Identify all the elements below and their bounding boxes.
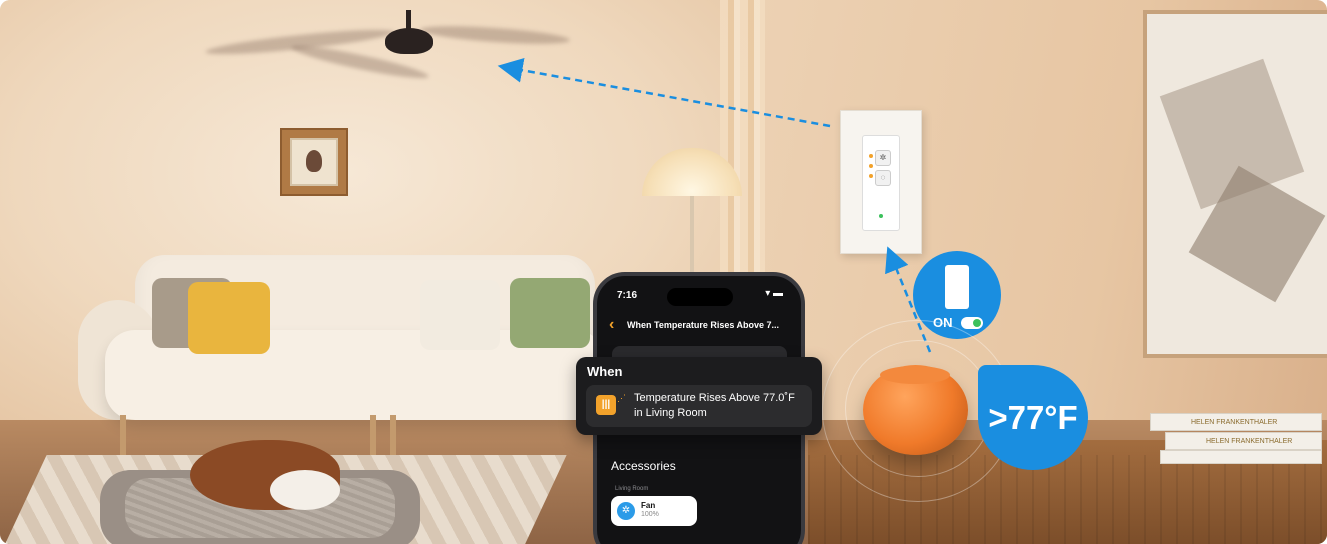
fan-name: Fan <box>641 501 656 510</box>
when-trigger-card: When ||| ⋰ Temperature Rises Above 77.0˚… <box>576 357 822 435</box>
arrow-to-fan <box>497 57 831 128</box>
trigger-line1: Temperature Rises Above 77.0˚F <box>634 392 795 404</box>
when-title: When <box>587 364 623 379</box>
thermometer-icon: ||| <box>596 395 616 415</box>
temperature-badge: >77°F <box>978 365 1088 470</box>
heat-rays-icon: ⋰ <box>617 393 626 403</box>
room-label: Living Room <box>615 486 649 492</box>
trigger-row[interactable]: ||| ⋰ Temperature Rises Above 77.0˚F in … <box>586 385 812 427</box>
fan-level: 100% <box>641 511 659 518</box>
switch-icon <box>945 265 969 309</box>
automation-title: When Temperature Rises Above 7... <box>627 320 780 330</box>
status-icons: ▾ ▬ <box>765 288 783 299</box>
back-chevron-icon[interactable]: ‹ <box>609 316 614 334</box>
trigger-line2: in Living Room <box>634 407 707 419</box>
speaker-top <box>880 366 950 384</box>
fan-icon: ✲ <box>617 502 635 520</box>
toggle-knob <box>973 319 981 327</box>
dynamic-island <box>667 288 733 306</box>
fan-accessory-tile[interactable]: ✲ Fan 100% <box>611 496 697 526</box>
toggle-icon <box>961 317 983 329</box>
status-time: 7:16 <box>617 290 638 301</box>
smart-home-scene: HELEN FRANKENTHALER HELEN FRANKENTHALER … <box>0 0 1327 544</box>
accessories-heading: Accessories <box>611 459 676 473</box>
